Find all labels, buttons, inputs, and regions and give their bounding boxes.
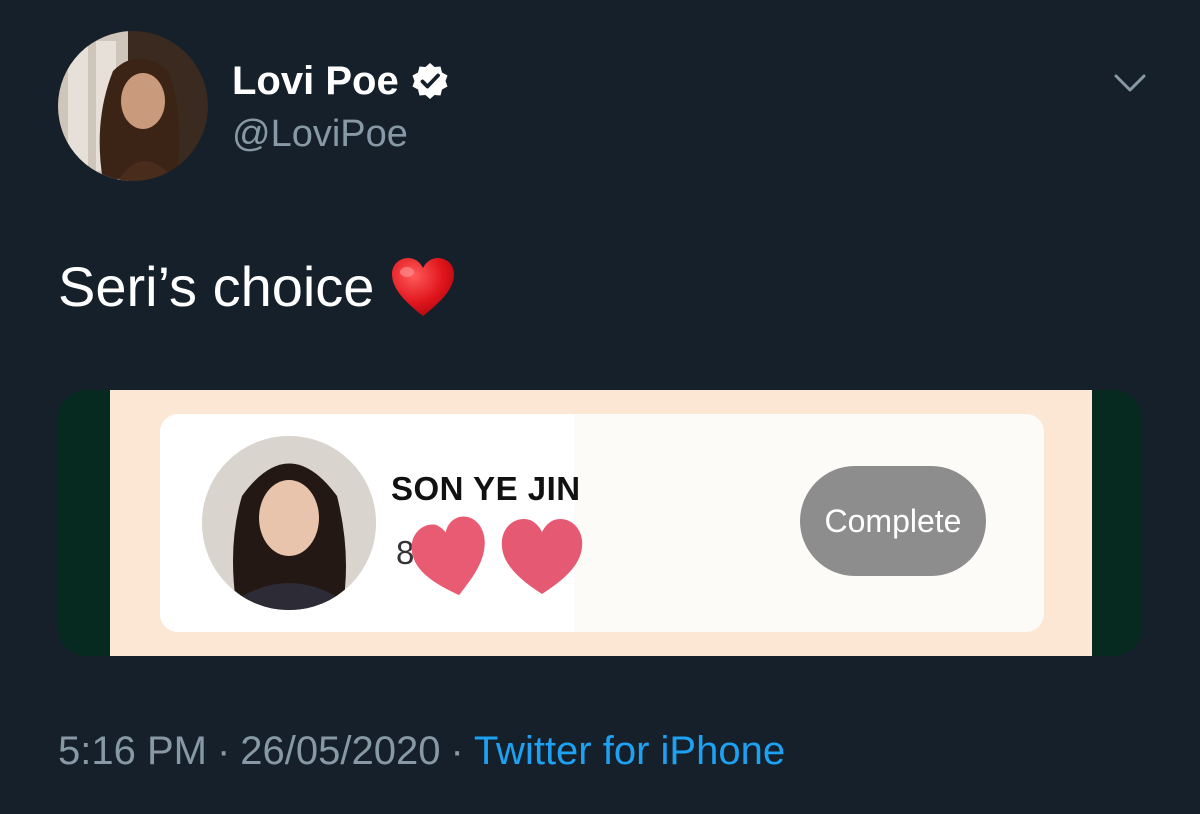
celebrity-card: SON YE JIN 8 Complete — [160, 414, 1044, 632]
tweet-media-image[interactable]: SON YE JIN 8 Complete — [58, 390, 1142, 656]
tweet-text: Seri’s choice — [58, 252, 456, 322]
tweet-meta: 5:16 PM · 26/05/2020 · Twitter for iPhone — [58, 726, 785, 776]
author-avatar[interactable] — [58, 31, 208, 181]
red-heart-emoji-icon — [390, 256, 456, 318]
pink-heart-sticker-icon — [411, 516, 485, 596]
display-name[interactable]: Lovi Poe — [232, 58, 449, 104]
author-handle[interactable]: @LoviPoe — [232, 112, 408, 156]
celebrity-photo — [202, 436, 376, 610]
display-name-text[interactable]: Lovi Poe — [232, 58, 399, 104]
meta-separator: · — [450, 729, 464, 773]
complete-button[interactable]: Complete — [800, 466, 986, 576]
tweet-text-content: Seri’s choice — [58, 255, 375, 318]
chevron-down-icon[interactable] — [1110, 68, 1150, 98]
tweet-source-link[interactable]: Twitter for iPhone — [474, 729, 785, 773]
verified-badge-icon — [411, 62, 449, 100]
tweet-time[interactable]: 5:16 PM — [58, 729, 207, 773]
tweet-date[interactable]: 26/05/2020 — [240, 729, 440, 773]
meta-separator: · — [216, 729, 231, 773]
profile-photo — [58, 31, 208, 181]
pink-heart-sticker-icon — [501, 518, 583, 594]
media-frame: SON YE JIN 8 Complete — [110, 390, 1092, 656]
celebrity-name: SON YE JIN — [391, 470, 581, 507]
